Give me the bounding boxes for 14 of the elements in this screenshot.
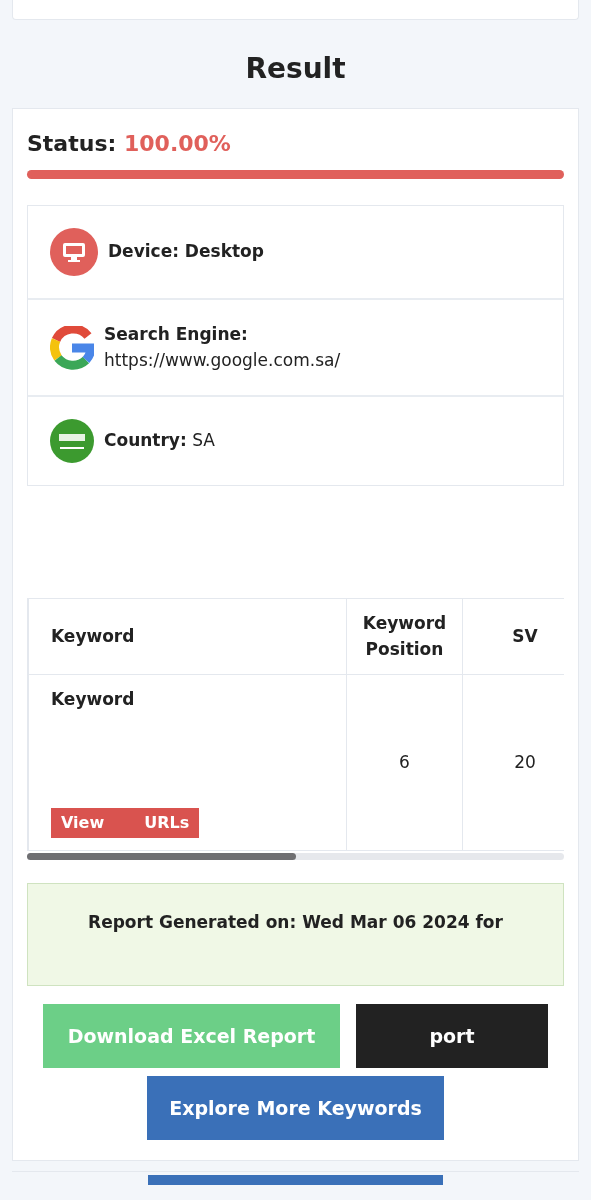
column-header: SV [462,598,564,675]
keyword-text: Keyword [51,688,136,711]
info-text: Search Engine: https://www.google.com.sa/ [104,323,341,372]
result-heading: Result [244,51,347,87]
table-cell: 6 [346,674,463,850]
column-header: Keyword Position [346,598,463,675]
info-text: Device: Desktop [108,240,264,264]
report-button[interactable]: port [356,1004,548,1068]
status-label: Status: 100.00% [27,130,232,158]
column-header: Keyword [28,598,347,675]
info-text: Country: SA [104,429,215,453]
explore-button[interactable]: Explore More Keywords [147,1076,444,1140]
view-urls-button[interactable]: View URLs [51,807,200,838]
report-notice: Report Generated on: Wed Mar 06 2024 for [27,882,564,986]
